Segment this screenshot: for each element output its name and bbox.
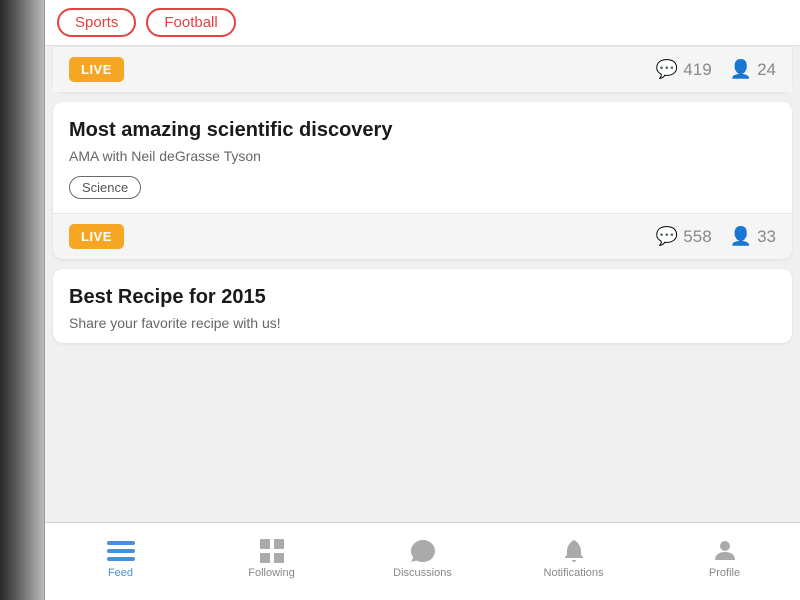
live-bar-2: LIVE 💬 558 👤 33 [53,213,792,259]
profile-person-icon [710,539,740,563]
card-2-body: Most amazing scientific discovery AMA wi… [53,102,792,213]
card-2-title: Most amazing scientific discovery [69,118,776,142]
live-badge-2: LIVE [69,224,124,249]
feed-line-2 [107,549,135,553]
feed-line-3 [107,557,135,561]
feed-lines [107,541,135,561]
viewer-count-2: 👤 33 [730,226,776,247]
card-1-livebar: LIVE 💬 419 👤 24 [53,46,792,92]
grid-icon [257,539,287,563]
comment-num-1: 419 [683,60,711,80]
nav-feed[interactable]: Feed [45,523,196,600]
live-stats-1: 💬 419 👤 24 [656,59,776,80]
nav-discussions-label: Discussions [393,567,452,579]
live-bar-1: LIVE 💬 419 👤 24 [53,46,792,92]
tags-row: Sports Football [45,0,800,46]
comment-count-1: 💬 419 [656,59,712,80]
viewer-num-1: 24 [757,60,776,80]
nav-profile-label: Profile [709,567,740,579]
comment-num-2: 558 [683,227,711,247]
card-3-title: Best Recipe for 2015 [69,285,776,309]
phone-edge [0,0,45,600]
nav-following[interactable]: Following [196,523,347,600]
live-stats-2: 💬 558 👤 33 [656,226,776,247]
card-2-tag[interactable]: Science [69,176,141,199]
nav-notifications-label: Notifications [544,567,604,579]
feed-icon [106,539,136,563]
discussions-chat-icon [408,539,438,563]
person-icon-2: 👤 [730,226,752,247]
tag-sports[interactable]: Sports [57,8,136,37]
nav-notifications[interactable]: Notifications [498,523,649,600]
card-3-subtitle: Share your favorite recipe with us! [69,315,776,331]
feed-area: Sports Football LIVE 💬 419 👤 24 [45,0,800,522]
nav-feed-label: Feed [108,567,133,579]
feed-line-1 [107,541,135,545]
card-3-body: Best Recipe for 2015 Share your favorite… [53,269,792,331]
main-content: Sports Football LIVE 💬 419 👤 24 [45,0,800,600]
viewer-count-1: 👤 24 [730,59,776,80]
card-2-subtitle: AMA with Neil deGrasse Tyson [69,148,776,164]
comment-count-2: 💬 558 [656,226,712,247]
live-badge-1: LIVE [69,57,124,82]
person-icon-1: 👤 [730,59,752,80]
bell-icon [559,539,589,563]
tag-football[interactable]: Football [146,8,235,37]
chat-icon-2: 💬 [656,226,678,247]
card-3[interactable]: Best Recipe for 2015 Share your favorite… [53,269,792,343]
card-2[interactable]: Most amazing scientific discovery AMA wi… [53,102,792,259]
chat-icon-1: 💬 [656,59,678,80]
viewer-num-2: 33 [757,227,776,247]
nav-discussions[interactable]: Discussions [347,523,498,600]
nav-profile[interactable]: Profile [649,523,800,600]
bottom-nav: Feed Following Discussions [45,522,800,600]
nav-following-label: Following [248,567,294,579]
